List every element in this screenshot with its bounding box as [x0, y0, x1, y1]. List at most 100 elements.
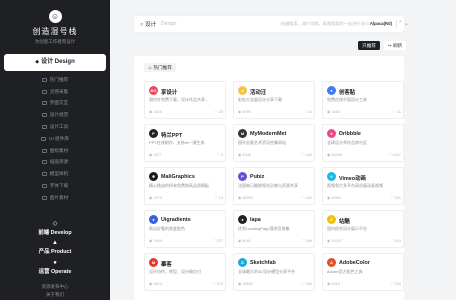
- view-count: ◉ 8041: [238, 239, 251, 243]
- site-logo-icon: P: [149, 129, 158, 138]
- category-product[interactable]: ▲ 产品 Product: [0, 240, 110, 255]
- category-operate[interactable]: ● 运营 Operate: [0, 260, 110, 275]
- site-logo-icon: ●: [149, 215, 158, 224]
- site-description: 视频和大多平台高质量动画视频: [327, 183, 383, 188]
- site-title: Dribbble: [339, 130, 361, 137]
- like-count[interactable]: ♡ 186: [301, 238, 312, 243]
- site-card[interactable]: P 特兰PPT PPT在线制作，支持AI一键生成 ◉ 1677 ♡ 3: [144, 124, 226, 162]
- site-card[interactable]: M MyModernMet 国外创意艺术资讯合集网站 ◉ 5346 ♡ 183: [233, 124, 315, 162]
- like-count[interactable]: ♡ 283: [301, 281, 312, 286]
- chevron-down-icon[interactable]: ⌄: [404, 20, 409, 27]
- like-count[interactable]: ♡ 473: [212, 281, 223, 286]
- site-card[interactable]: V Vimeo动画 视频和大多平台高质量动画视频 ◉ 90911 ♡ 321: [322, 167, 404, 205]
- site-description: 法国每日最鲜视觉灵感与资源共享: [238, 183, 298, 188]
- like-count[interactable]: ♡ 225: [390, 281, 401, 286]
- sub-item-illustration[interactable]: 插画资源: [0, 157, 110, 169]
- view-count-value: 33552: [242, 282, 253, 286]
- view-count: ◉ 4490: [238, 110, 251, 114]
- folder-icon: [41, 172, 47, 177]
- view-count-value: 19197: [331, 239, 342, 243]
- like-count[interactable]: ♡ 14: [214, 195, 223, 200]
- site-title: AdobeColor: [339, 259, 370, 266]
- site-card[interactable]: ● Uigradients 简洁好看的渐变配色 ◉ 7649 ♡ 227: [144, 210, 226, 248]
- view-count-value: 4825: [153, 110, 162, 114]
- sidebar: ☺ 创造湿号栈 为创意工作者而设计 ◆ 设计 Design 热门推荐 灵感采集 界…: [0, 0, 110, 300]
- site-card[interactable]: ● Dribbble 全球设计师作品库社区 ◉ 84659 ♡ 1447: [322, 124, 404, 162]
- search-input[interactable]: Design: [161, 21, 177, 27]
- site-title: MyModernMet: [250, 130, 287, 137]
- section-tag-hot[interactable]: ♨ 热门推荐: [144, 63, 176, 72]
- sub-item-inspiration[interactable]: 灵感采集: [0, 86, 110, 98]
- refresh-button[interactable]: ↪ 刷新: [384, 41, 406, 50]
- site-card[interactable]: Z 站酷 国内综合设计展示平台 ◉ 19197 ♡ 514: [322, 210, 404, 248]
- sub-item-tools[interactable]: 设计工具: [0, 121, 110, 133]
- view-count-value: 7649: [153, 239, 162, 243]
- site-description: 免费在线平面设计工具: [327, 97, 367, 102]
- site-logo-icon: ●: [327, 86, 336, 95]
- like-count[interactable]: ♡ 11: [393, 109, 401, 114]
- search-category[interactable]: ○ 设计: [140, 20, 156, 28]
- like-count[interactable]: ♡ 183: [301, 152, 312, 157]
- sub-item-icons[interactable]: 图标素材: [0, 145, 110, 157]
- site-card[interactable]: DO 享设计 国内外免费下载，设计作品共享... ◉ 4825 ♡ 23: [144, 81, 226, 119]
- like-count[interactable]: ♡ 321: [390, 195, 401, 200]
- sub-item-label: 图标素材: [49, 147, 69, 153]
- brand[interactable]: ☺ 创造湿号栈 为创意工作者而设计: [0, 10, 110, 45]
- view-count-value: 66992: [242, 196, 253, 200]
- site-card[interactable]: ● lapa 优秀LandingPage落地页收集 ◉ 8041 ♡ 186: [233, 210, 315, 248]
- site-description: 简洁好看的渐变配色: [149, 226, 185, 231]
- site-stats: ◉ 4490 ♡ 14: [238, 109, 312, 114]
- site-stats: ◉ 5346 ♡ 183: [238, 152, 312, 157]
- site-stats: ◉ 1677 ♡ 3: [149, 152, 223, 157]
- site-logo-icon: ●: [327, 129, 336, 138]
- site-card[interactable]: ● 创客贴 免费在线平面设计工具 ◉ 3460 ♡ 11: [322, 81, 404, 119]
- like-count[interactable]: ♡ 23: [214, 109, 223, 114]
- like-count[interactable]: ♡ 227: [212, 238, 223, 243]
- sub-item-components[interactable]: UI 组件库: [0, 133, 110, 145]
- sub-item-spec[interactable]: 设计规范: [0, 109, 110, 121]
- like-count[interactable]: ♡ 182: [301, 195, 312, 200]
- like-count-value: 227: [216, 239, 223, 243]
- site-title: Uigradients: [161, 216, 191, 223]
- recommend-only-button[interactable]: 只推荐: [358, 41, 380, 50]
- sub-item-interaction[interactable]: 界面交互: [0, 98, 110, 110]
- search-hint: · 热键搜索，减少切换，高频搜索的一站进行访问 Alpaca(Rd): [278, 21, 392, 27]
- like-count[interactable]: ♡ 1447: [388, 152, 401, 157]
- like-count[interactable]: ♡ 3: [216, 152, 223, 157]
- category-develop[interactable]: ◇ 前端 Develop: [0, 220, 110, 236]
- sidebar-item-design[interactable]: ◆ 设计 Design: [4, 54, 106, 71]
- sub-item-label: 图片素材: [49, 194, 69, 200]
- site-stats: ◉ 19197 ♡ 514: [327, 238, 401, 243]
- site-stats: ◉ 90911 ♡ 321: [327, 195, 401, 200]
- like-count-value: 321: [394, 196, 401, 200]
- footer-link-about[interactable]: 关于我们: [0, 292, 110, 298]
- folder-icon: [41, 77, 47, 82]
- search-category-label: 设计: [144, 22, 157, 28]
- like-count[interactable]: ♡ 14: [303, 109, 312, 114]
- sub-item-fonts[interactable]: 字体下载: [0, 180, 110, 192]
- like-count-value: 11: [397, 110, 401, 114]
- site-card[interactable]: A AdobeColor Adobe官方配色工具 ◉ 6919 ♡ 225: [322, 253, 404, 291]
- fire-icon: ♨: [148, 65, 153, 70]
- view-count: ◉ 9823: [149, 282, 162, 286]
- view-count: ◉ 6919: [327, 282, 340, 286]
- site-card[interactable]: S Sketchfab 全球最大的3D设计模型分享平台 ◉ 33552 ♡ 283: [233, 253, 315, 291]
- like-count[interactable]: ♡ 514: [390, 238, 401, 243]
- footer-link-publish[interactable]: 资源发布中心: [0, 284, 110, 290]
- sub-item-hot[interactable]: 热门推荐: [0, 74, 110, 86]
- like-count-value: 1447: [392, 153, 401, 157]
- like-count-value: 514: [394, 239, 401, 243]
- site-card[interactable]: M 摹客 设计协作，原型、设计稿交付 ◉ 9823 ♡ 473: [144, 253, 226, 291]
- sub-item-label: 灵感采集: [49, 88, 69, 94]
- site-card[interactable]: ✱ MaliGraphics 精心挑选的所有免费和高品质模板 ◉ 1473 ♡ 14: [144, 167, 226, 205]
- site-card[interactable]: ● 活动汪 彩绘大全展设计分享下载 ◉ 4490 ♡ 14: [233, 81, 315, 119]
- sub-item-images[interactable]: 图片素材: [0, 192, 110, 204]
- sub-item-mockups[interactable]: 模型样机: [0, 168, 110, 180]
- site-title: 特兰PPT: [161, 132, 183, 139]
- like-count-value: 182: [305, 196, 312, 200]
- view-count-value: 3460: [331, 110, 340, 114]
- search-bar[interactable]: ○ 设计 Design · 热键搜索，减少切换，高频搜索的一站进行访问 Alpa…: [134, 16, 409, 32]
- chevron-up-icon[interactable]: ⌃: [398, 20, 403, 27]
- view-count: ◉ 33552: [238, 282, 253, 286]
- site-card[interactable]: P Pubiz 法国每日最鲜视觉灵感与资源共享 ◉ 66992 ♡ 182: [233, 167, 315, 205]
